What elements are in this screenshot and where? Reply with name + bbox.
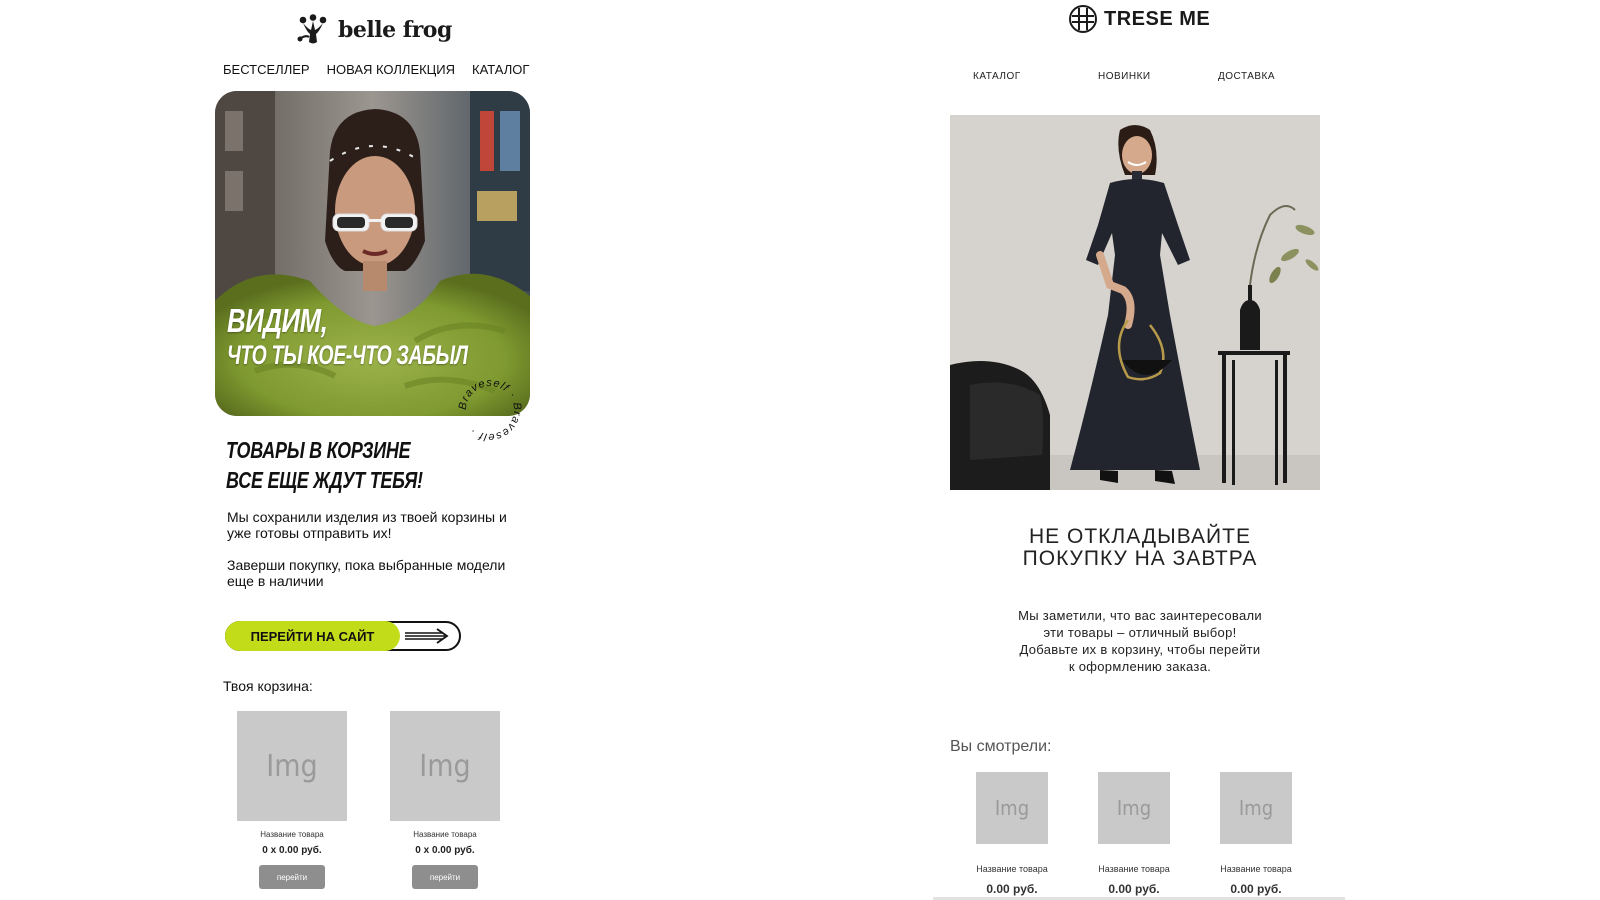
trese-me-logo-icon xyxy=(1069,5,1097,33)
logo-wordmark: TRESE ME xyxy=(1104,7,1211,30)
cart-item: Img Название товара 0 x 0.00 руб. перейт… xyxy=(390,711,500,889)
viewed-item: Img Название товара 0.00 руб. xyxy=(1206,772,1306,896)
body-paragraph-1: Мы сохранили изделия из твоей корзины и … xyxy=(227,509,507,541)
main-nav: БЕСТСЕЛЛЕР НОВАЯ КОЛЛЕКЦИЯ КАТАЛОГ xyxy=(223,62,529,77)
product-price: 0 x 0.00 руб. xyxy=(415,845,475,856)
main-heading-line2: ПОКУПКУ НА ЗАВТРА xyxy=(1022,547,1258,570)
trese-me-logo[interactable]: TRESE ME xyxy=(1068,4,1210,34)
product-price: 0 x 0.00 руб. xyxy=(262,845,322,856)
nav-item-catalog[interactable]: КАТАЛОГ xyxy=(472,62,529,77)
product-price: 0.00 руб. xyxy=(1230,882,1282,896)
product-name: Название товара xyxy=(1220,864,1292,874)
belle-frog-logo[interactable]: belle frog xyxy=(296,12,452,48)
svg-text:Braveself · Braveself ·: Braveself · Braveself · xyxy=(457,377,523,443)
body-paragraph: Мы заметили, что вас заинтересовали эти … xyxy=(930,607,1350,675)
product-name: Название товара xyxy=(413,830,477,839)
hero-banner[interactable]: ВИДИМ, ЧТО ТЫ КОЕ-ЧТО ЗАБЫЛ xyxy=(215,91,530,416)
viewed-title: Вы смотрели: xyxy=(950,738,1052,755)
body-paragraph-2: Заверши покупку, пока выбранные модели е… xyxy=(227,557,506,589)
product-image-placeholder[interactable]: Img xyxy=(237,711,347,821)
go-to-product-button[interactable]: перейти xyxy=(259,865,325,889)
cart-item: Img Название товара 0 x 0.00 руб. перейт… xyxy=(237,711,347,889)
hero-headline-line1: ВИДИМ, xyxy=(227,302,328,339)
body-line: эти товары – отличный выбор! xyxy=(1043,625,1237,640)
viewed-item: Img Название товара 0.00 руб. xyxy=(1084,772,1184,896)
product-image-placeholder[interactable]: Img xyxy=(976,772,1048,844)
product-image-placeholder[interactable]: Img xyxy=(1220,772,1292,844)
nav-item-new[interactable]: НОВИНКИ xyxy=(1098,71,1151,82)
cart-heading: ТОВАРЫ В КОРЗИНЕ ВСЕ ЕЩЕ ЖДУТ ТЕБЯ! xyxy=(226,435,478,495)
body-line: Мы заметили, что вас заинтересовали xyxy=(1018,608,1262,623)
nav-item-delivery[interactable]: ДОСТАВКА xyxy=(1218,71,1275,82)
logo-wordmark: belle frog xyxy=(338,17,452,43)
hero-photo xyxy=(950,115,1320,490)
cta-label: ПЕРЕЙТИ НА САЙТ xyxy=(225,621,400,651)
body-line: к оформлению заказа. xyxy=(1068,659,1212,674)
product-price: 0.00 руб. xyxy=(1108,882,1160,896)
arrow-right-icon xyxy=(405,628,449,644)
main-heading-line1: НЕ ОТКЛАДЫВАЙТЕ xyxy=(1029,525,1251,548)
hero-headline: ВИДИМ, ЧТО ТЫ КОЕ-ЧТО ЗАБЫЛ xyxy=(227,303,530,371)
main-heading: НЕ ОТКЛАДЫВАЙТЕ ПОКУПКУ НА ЗАВТРА xyxy=(930,526,1350,570)
frog-logo-icon xyxy=(297,14,327,44)
body-line: Добавьте их в корзину, чтобы перейти xyxy=(1019,642,1261,657)
nav-item-catalog[interactable]: КАТАЛОГ xyxy=(973,71,1021,82)
product-image-placeholder[interactable]: Img xyxy=(1098,772,1170,844)
cart-heading-line2: ВСЕ ЕЩЕ ЖДУТ ТЕБЯ! xyxy=(226,467,423,493)
seal-text: Braveself · Braveself · xyxy=(457,377,522,443)
go-to-site-button[interactable]: ПЕРЕЙТИ НА САЙТ xyxy=(225,621,461,651)
hero-headline-line2: ЧТО ТЫ КОЕ-ЧТО ЗАБЫЛ xyxy=(227,340,468,370)
trese-me-email: TRESE ME КАТАЛОГ НОВИНКИ ДОСТАВКА НЕ ОТК… xyxy=(930,0,1350,900)
cart-heading-line1: ТОВАРЫ В КОРЗИНЕ xyxy=(226,437,411,463)
go-to-product-button[interactable]: перейти xyxy=(412,865,478,889)
product-price: 0.00 руб. xyxy=(986,882,1038,896)
cart-title: Твоя корзина: xyxy=(223,678,313,694)
viewed-item: Img Название товара 0.00 руб. xyxy=(962,772,1062,896)
hero-banner[interactable] xyxy=(950,115,1320,490)
product-name: Название товара xyxy=(260,830,324,839)
product-image-placeholder[interactable]: Img xyxy=(390,711,500,821)
belle-frog-email: belle frog БЕСТСЕЛЛЕР НОВАЯ КОЛЛЕКЦИЯ КА… xyxy=(210,0,540,900)
nav-item-new-collection[interactable]: НОВАЯ КОЛЛЕКЦИЯ xyxy=(327,62,455,77)
nav-item-bestseller[interactable]: БЕСТСЕЛЛЕР xyxy=(223,62,310,77)
product-name: Название товара xyxy=(1098,864,1170,874)
product-name: Название товара xyxy=(976,864,1048,874)
